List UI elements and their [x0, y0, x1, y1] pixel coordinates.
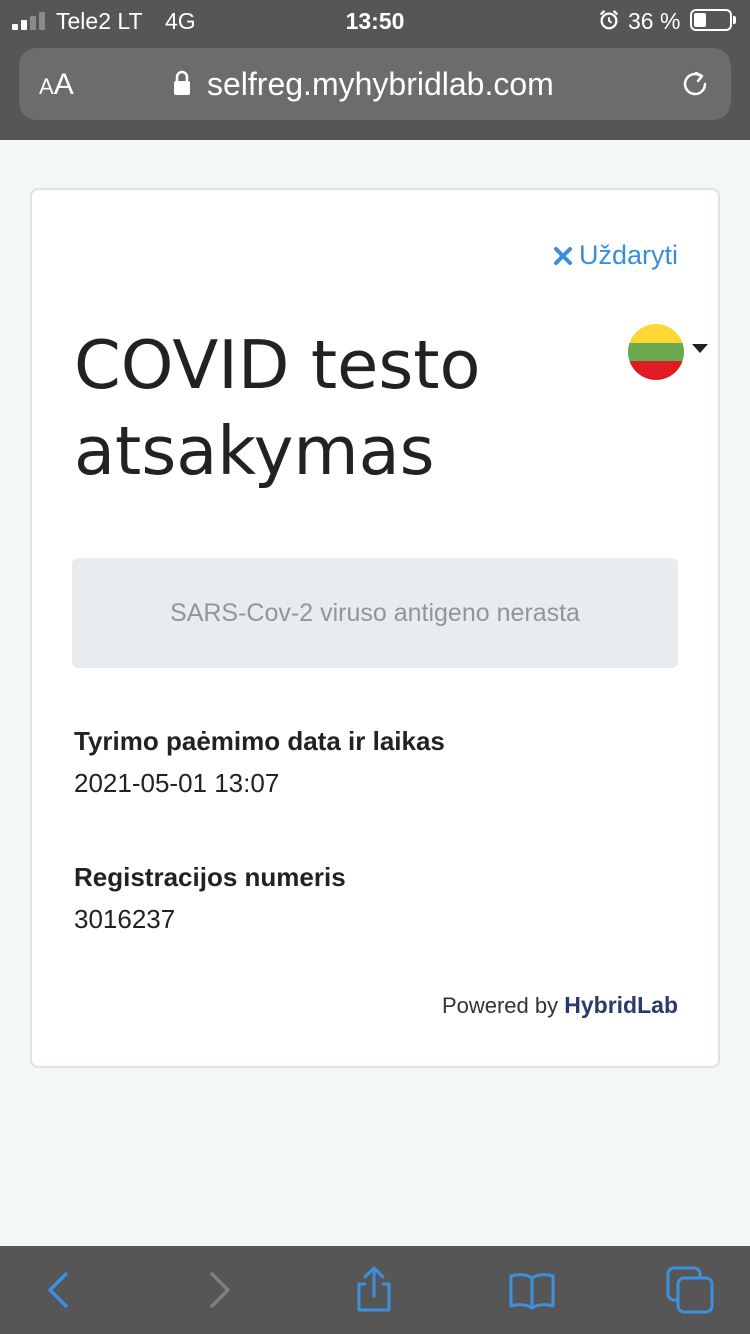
- powered-by-prefix: Powered by: [441, 993, 559, 1018]
- powered-by: Powered by HybridLab: [442, 992, 678, 1019]
- forward-chevron-icon[interactable]: [194, 1266, 242, 1314]
- language-selector[interactable]: [628, 324, 712, 384]
- tabs-icon[interactable]: [666, 1266, 714, 1314]
- chevron-down-icon: [692, 344, 708, 353]
- close-button[interactable]: Uždaryti: [553, 240, 678, 271]
- powered-by-brand[interactable]: HybridLab: [564, 992, 678, 1018]
- alarm-icon: [599, 10, 619, 30]
- sample-date-label: Tyrimo paėmimo data ir laikas: [74, 726, 445, 756]
- browser-top-chrome: Tele2 LT 4G 13:50 36 % AA selfreg.myhybr…: [0, 0, 750, 140]
- registration-number-label: Registracijos numeris: [74, 862, 346, 892]
- sample-date-value: 2021-05-01 13:07: [74, 768, 280, 798]
- url-text[interactable]: selfreg.myhybridlab.com: [207, 66, 554, 102]
- text-size-button[interactable]: AA: [39, 68, 74, 104]
- reload-icon[interactable]: [679, 68, 711, 100]
- address-bar[interactable]: AA selfreg.myhybridlab.com: [19, 48, 731, 120]
- share-icon[interactable]: [350, 1266, 398, 1314]
- result-card: Uždaryti COVID testo atsakymas SARS-Cov-…: [30, 188, 720, 1068]
- language-flag-icon: [628, 324, 684, 380]
- lock-icon: [174, 70, 190, 95]
- status-bar: Tele2 LT 4G 13:50 36 %: [0, 0, 750, 40]
- battery-percent: 36 %: [628, 8, 681, 34]
- browser-toolbar: [0, 1246, 750, 1334]
- text-size-small-glyph: A: [39, 74, 54, 99]
- battery-icon: [690, 9, 736, 31]
- close-label: Uždaryti: [578, 240, 678, 270]
- registration-number-value: 3016237: [74, 904, 176, 934]
- bookmarks-icon[interactable]: [508, 1266, 556, 1314]
- test-result-box: SARS-Cov-2 viruso antigeno nerasta: [72, 558, 678, 668]
- test-result-text: SARS-Cov-2 viruso antigeno nerasta: [170, 598, 580, 627]
- back-chevron-icon[interactable]: [36, 1266, 84, 1314]
- text-size-large-glyph: A: [53, 68, 74, 101]
- page-title: COVID testo atsakymas: [74, 326, 481, 490]
- close-icon: [553, 246, 572, 265]
